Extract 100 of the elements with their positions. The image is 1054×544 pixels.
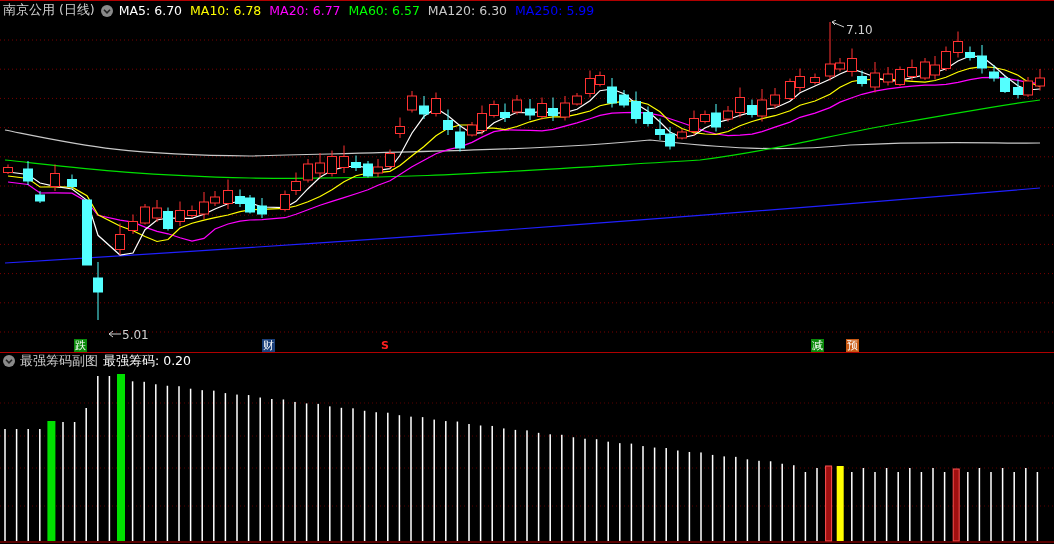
candlestick bbox=[512, 94, 522, 115]
candlestick bbox=[395, 117, 405, 139]
candlestick bbox=[643, 106, 653, 127]
candlestick bbox=[1013, 79, 1023, 99]
event-marker: 减 bbox=[811, 339, 824, 352]
candlestick bbox=[339, 145, 349, 174]
candlestick bbox=[303, 158, 313, 183]
moving-average-value: MA10: 6.78 bbox=[190, 3, 262, 18]
candlestick bbox=[245, 194, 255, 214]
event-marker: 跌 bbox=[74, 339, 87, 352]
candlestick bbox=[548, 97, 558, 122]
candlestick bbox=[500, 103, 510, 123]
candlestick bbox=[363, 160, 373, 178]
indicator-bar bbox=[967, 472, 969, 541]
candlestick bbox=[67, 174, 77, 190]
candlestick bbox=[93, 261, 103, 321]
moving-average-value: MA120: 6.30 bbox=[427, 3, 508, 18]
panel-title: 最强筹码副图 bbox=[20, 352, 98, 370]
candlestick bbox=[1023, 76, 1033, 98]
candlestick bbox=[883, 66, 893, 86]
candlestick bbox=[351, 155, 361, 172]
indicator-bar bbox=[804, 472, 807, 541]
candlestick bbox=[385, 149, 395, 169]
indicator-bar bbox=[990, 472, 992, 541]
candlestick bbox=[187, 205, 197, 219]
low-price-label: 5.01 bbox=[122, 328, 149, 340]
candlestick bbox=[223, 179, 233, 210]
candlestick bbox=[35, 190, 45, 204]
candlestick bbox=[525, 98, 535, 121]
candlestick bbox=[23, 160, 33, 186]
candlestick bbox=[315, 152, 325, 179]
candlestick bbox=[431, 92, 441, 117]
moving-average-value: MA5: 6.70 bbox=[118, 3, 183, 18]
candlestick bbox=[977, 44, 987, 74]
candlestick bbox=[115, 223, 125, 256]
candlestick bbox=[723, 105, 733, 122]
candlestick bbox=[152, 199, 162, 223]
indicator-bar bbox=[874, 472, 876, 541]
candlestick bbox=[920, 57, 930, 81]
arrow-icon bbox=[831, 20, 845, 28]
candlestick bbox=[175, 201, 185, 227]
candlestick bbox=[163, 207, 173, 231]
candlestick bbox=[607, 77, 617, 108]
candlestick bbox=[489, 100, 499, 118]
candlestick bbox=[373, 158, 383, 178]
candlestick bbox=[3, 164, 13, 175]
candlestick bbox=[810, 73, 820, 85]
candlestick bbox=[50, 164, 60, 192]
candlestick bbox=[1000, 75, 1010, 94]
high-price-label: 7.10 bbox=[846, 23, 873, 37]
candlestick bbox=[140, 203, 150, 225]
candlestick bbox=[655, 118, 665, 141]
arrow-icon bbox=[108, 330, 122, 338]
candlestick bbox=[128, 214, 138, 235]
candlestick bbox=[907, 59, 917, 81]
candlestick bbox=[572, 92, 582, 106]
indicator-bar bbox=[943, 472, 946, 541]
event-marker: 财 bbox=[262, 339, 275, 352]
candlestick bbox=[82, 199, 92, 266]
candlestick bbox=[455, 124, 465, 152]
candlestick bbox=[953, 31, 963, 58]
candlestick bbox=[631, 91, 641, 124]
candlestick bbox=[795, 68, 805, 92]
candlestick bbox=[235, 189, 245, 208]
candlestick bbox=[443, 109, 453, 136]
moving-average-value: MA60: 6.57 bbox=[348, 3, 420, 18]
candlestick bbox=[280, 190, 290, 212]
chevron-down-icon[interactable] bbox=[100, 4, 113, 17]
moving-average-value: MA20: 6.77 bbox=[269, 3, 341, 18]
event-marker: S bbox=[380, 339, 390, 352]
candlestick bbox=[1035, 68, 1045, 91]
candlestick bbox=[291, 172, 301, 196]
candlestick bbox=[619, 89, 629, 108]
candlestick bbox=[930, 55, 940, 80]
candlestick bbox=[965, 46, 975, 61]
indicator-bar bbox=[851, 472, 853, 541]
candlestick bbox=[537, 97, 547, 120]
candlestick bbox=[419, 95, 429, 120]
indicator-bar bbox=[920, 472, 923, 541]
candlestick bbox=[941, 46, 951, 72]
indicator-bar bbox=[897, 472, 899, 541]
candlestick bbox=[870, 61, 880, 93]
chevron-down-icon[interactable] bbox=[3, 355, 15, 367]
candlestick bbox=[407, 90, 417, 113]
candlestick bbox=[665, 126, 675, 150]
candlestick bbox=[257, 197, 267, 219]
candlestick bbox=[770, 87, 780, 109]
event-marker: 预 bbox=[846, 339, 859, 352]
candlestick bbox=[989, 64, 999, 82]
moving-average-value: MA250: 5.99 bbox=[515, 3, 595, 18]
indicator-reading: 最强筹码: 0.20 bbox=[103, 352, 192, 370]
indicator-bar bbox=[1036, 472, 1039, 541]
candlestick bbox=[735, 87, 745, 118]
candlestick bbox=[895, 66, 905, 87]
candlestick bbox=[560, 95, 570, 121]
indicator-bar bbox=[1013, 472, 1015, 541]
candlestick bbox=[677, 128, 687, 140]
stock-title: 南京公用 (日线) bbox=[3, 2, 95, 19]
candlestick bbox=[327, 150, 337, 177]
candlestick bbox=[785, 78, 795, 101]
